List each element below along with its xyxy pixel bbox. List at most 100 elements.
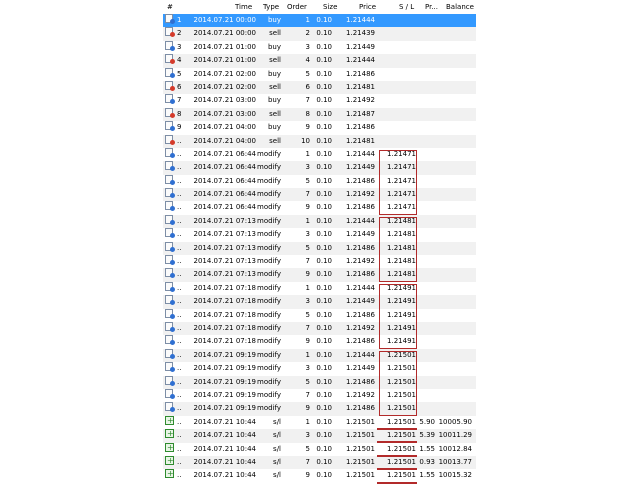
table-row[interactable]: 2 2014.07.21 00:00 sell 2 0.10 1.21439 xyxy=(163,27,476,41)
table-row[interactable]: 6 2014.07.21 02:00 sell 6 0.10 1.21481 xyxy=(163,80,476,95)
cell-type: s/l xyxy=(273,417,281,426)
cell-stop-loss: 1.21491 xyxy=(387,337,416,346)
cell-type: buy xyxy=(267,42,281,51)
table-row[interactable]: .. 2014.07.21 09:19 modify 1 0.10 1.21444 1.21… xyxy=(163,348,476,363)
table-row[interactable]: .. 2014.07.21 07:18 modify 9 0.10 1.21486 1.21… xyxy=(163,335,476,349)
cell-time: 2014.07.21 10:44 xyxy=(193,471,256,480)
table-row[interactable]: .. 2014.07.21 07:13 modify 5 0.10 1.21486 1.21… xyxy=(163,241,476,256)
row-number: 2 xyxy=(177,29,182,38)
col-header-order[interactable]: Order xyxy=(287,3,307,11)
col-header-size[interactable]: Size xyxy=(323,3,337,11)
table-row[interactable]: 4 2014.07.21 01:00 sell 4 0.10 1.21444 xyxy=(163,54,476,68)
row-number: .. xyxy=(177,417,182,426)
row-number: .. xyxy=(177,270,182,279)
table-row[interactable]: .. 2014.07.21 10:44 s/l 5 0.10 1.21501 1.21501… xyxy=(163,441,476,456)
row-number: 4 xyxy=(177,56,182,65)
cell-order: 3 xyxy=(305,163,310,172)
table-row[interactable]: 7 2014.07.21 03:00 buy 7 0.10 1.21492 xyxy=(163,94,476,108)
cell-stop-loss: 1.21471 xyxy=(387,163,416,172)
cell-time: 2014.07.21 06:44 xyxy=(193,149,256,158)
table-row[interactable]: .. 2014.07.21 06:44 modify 5 0.10 1.21486 1.21… xyxy=(163,174,476,189)
table-row[interactable]: .. 2014.07.21 07:18 modify 1 0.10 1.21444 1.21… xyxy=(163,281,476,296)
cell-type: modify xyxy=(257,364,281,373)
col-header-balance[interactable]: Balance xyxy=(446,3,474,11)
table-row[interactable]: .. 2014.07.21 10:44 s/l 7 0.10 1.21501 1.21501… xyxy=(163,454,476,470)
table-row[interactable]: .. 2014.07.21 10:44 s/l 3 0.10 1.21501 1.21501… xyxy=(163,427,476,443)
cell-stop-loss: 1.21501 xyxy=(387,364,416,373)
buy-order-icon xyxy=(165,40,175,51)
cell-type: modify xyxy=(257,310,281,319)
col-header-sl[interactable]: S / L xyxy=(399,3,414,11)
col-header-profit[interactable]: Pr... xyxy=(425,3,438,11)
cell-type: sell xyxy=(269,109,281,118)
table-row[interactable]: .. 2014.07.21 07:18 modify 3 0.10 1.21449 1.21… xyxy=(163,295,476,309)
cell-order: 4 xyxy=(305,56,310,65)
cell-type: modify xyxy=(257,270,281,279)
table-row[interactable]: .. 2014.07.21 10:44 s/l 1 0.10 1.21501 1.21501… xyxy=(163,414,476,430)
sell-order-icon xyxy=(165,80,175,91)
cell-price: 1.21444 xyxy=(346,56,375,65)
cell-price: 1.21492 xyxy=(346,390,375,399)
cell-type: modify xyxy=(257,243,281,252)
row-number: .. xyxy=(177,323,182,332)
table-row[interactable]: .. 2014.07.21 04:00 sell 10 0.10 1.21481 xyxy=(163,134,476,148)
table-row[interactable]: .. 2014.07.21 07:13 modify 7 0.10 1.21492 1.21… xyxy=(163,255,476,269)
cell-price: 1.21449 xyxy=(346,163,375,172)
cell-type: modify xyxy=(257,203,281,212)
cell-order: 9 xyxy=(305,270,310,279)
cell-order: 1 xyxy=(305,417,310,426)
cell-type: sell xyxy=(269,136,281,145)
modify-order-icon xyxy=(165,375,175,386)
table-row[interactable]: .. 2014.07.21 10:44 s/l 9 0.10 1.21501 1.21501… xyxy=(163,467,476,483)
row-number: .. xyxy=(177,136,182,145)
table-row[interactable]: 9 2014.07.21 04:00 buy 9 0.10 1.21486 xyxy=(163,121,476,135)
row-number: 6 xyxy=(177,82,182,91)
table-row[interactable]: .. 2014.07.21 07:13 modify 3 0.10 1.21449 1.21… xyxy=(163,228,476,242)
table-row[interactable]: .. 2014.07.21 07:18 modify 7 0.10 1.21492 1.21… xyxy=(163,321,476,336)
table-row[interactable]: .. 2014.07.21 07:13 modify 9 0.10 1.21486 1.21… xyxy=(163,268,476,282)
cell-order: 7 xyxy=(305,323,310,332)
cell-time: 2014.07.21 07:18 xyxy=(193,337,256,346)
modify-order-icon xyxy=(165,281,175,292)
stoploss-deal-icon xyxy=(165,427,174,441)
row-number: .. xyxy=(177,297,182,306)
col-header-num[interactable]: # xyxy=(167,3,173,11)
cell-size: 0.10 xyxy=(316,216,332,225)
modify-order-icon xyxy=(165,147,175,158)
table-row[interactable]: .. 2014.07.21 09:19 modify 9 0.10 1.21486 1.21… xyxy=(163,402,476,416)
table-row[interactable]: .. 2014.07.21 06:44 modify 1 0.10 1.21444 1.21… xyxy=(163,147,476,162)
cell-size: 0.10 xyxy=(316,149,332,158)
cell-time: 2014.07.21 07:13 xyxy=(193,257,256,266)
cell-price: 1.21486 xyxy=(346,243,375,252)
table-row[interactable]: .. 2014.07.21 09:19 modify 5 0.10 1.21486 1.21… xyxy=(163,375,476,389)
cell-stop-loss: 1.21481 xyxy=(387,257,416,266)
cell-price: 1.21492 xyxy=(346,96,375,105)
cell-stop-loss: 1.21501 xyxy=(387,350,416,359)
cell-size: 0.10 xyxy=(316,16,332,24)
cell-price: 1.21492 xyxy=(346,323,375,332)
col-header-time[interactable]: Time xyxy=(235,3,252,11)
cell-time: 2014.07.21 09:19 xyxy=(193,350,256,359)
table-row[interactable]: 5 2014.07.21 02:00 buy 5 0.10 1.21486 xyxy=(163,67,476,81)
table-row[interactable]: 1 2014.07.21 00:00 buy 1 0.10 1.21444 xyxy=(163,14,476,28)
sell-order-icon xyxy=(165,134,175,145)
cell-profit: 1.55 xyxy=(419,444,435,453)
table-row[interactable]: .. 2014.07.21 09:19 modify 3 0.10 1.21449 1.21… xyxy=(163,362,476,376)
cell-time: 2014.07.21 02:00 xyxy=(193,82,256,91)
table-row[interactable]: 8 2014.07.21 03:00 sell 8 0.10 1.21487 xyxy=(163,107,476,122)
row-number: .. xyxy=(177,203,182,212)
cell-size: 0.10 xyxy=(316,337,332,346)
table-row[interactable]: .. 2014.07.21 09:19 modify 7 0.10 1.21492 1.21… xyxy=(163,388,476,403)
modify-order-icon xyxy=(165,228,175,239)
cell-type: modify xyxy=(257,163,281,172)
table-row[interactable]: 3 2014.07.21 01:00 buy 3 0.10 1.21449 xyxy=(163,40,476,55)
cell-time: 2014.07.21 09:19 xyxy=(193,377,256,386)
table-row[interactable]: .. 2014.07.21 07:18 modify 5 0.10 1.21486 1.21… xyxy=(163,308,476,322)
col-header-type[interactable]: Type xyxy=(263,3,279,11)
table-row[interactable]: .. 2014.07.21 07:13 modify 1 0.10 1.21444 1.21… xyxy=(163,214,476,229)
table-row[interactable]: .. 2014.07.21 06:44 modify 3 0.10 1.21449 1.21… xyxy=(163,161,476,175)
col-header-price[interactable]: Price xyxy=(359,3,376,11)
table-row[interactable]: .. 2014.07.21 06:44 modify 9 0.10 1.21486 1.21… xyxy=(163,201,476,215)
table-row[interactable]: .. 2014.07.21 06:44 modify 7 0.10 1.21492 1.21… xyxy=(163,188,476,202)
cell-price: 1.21481 xyxy=(346,136,375,145)
